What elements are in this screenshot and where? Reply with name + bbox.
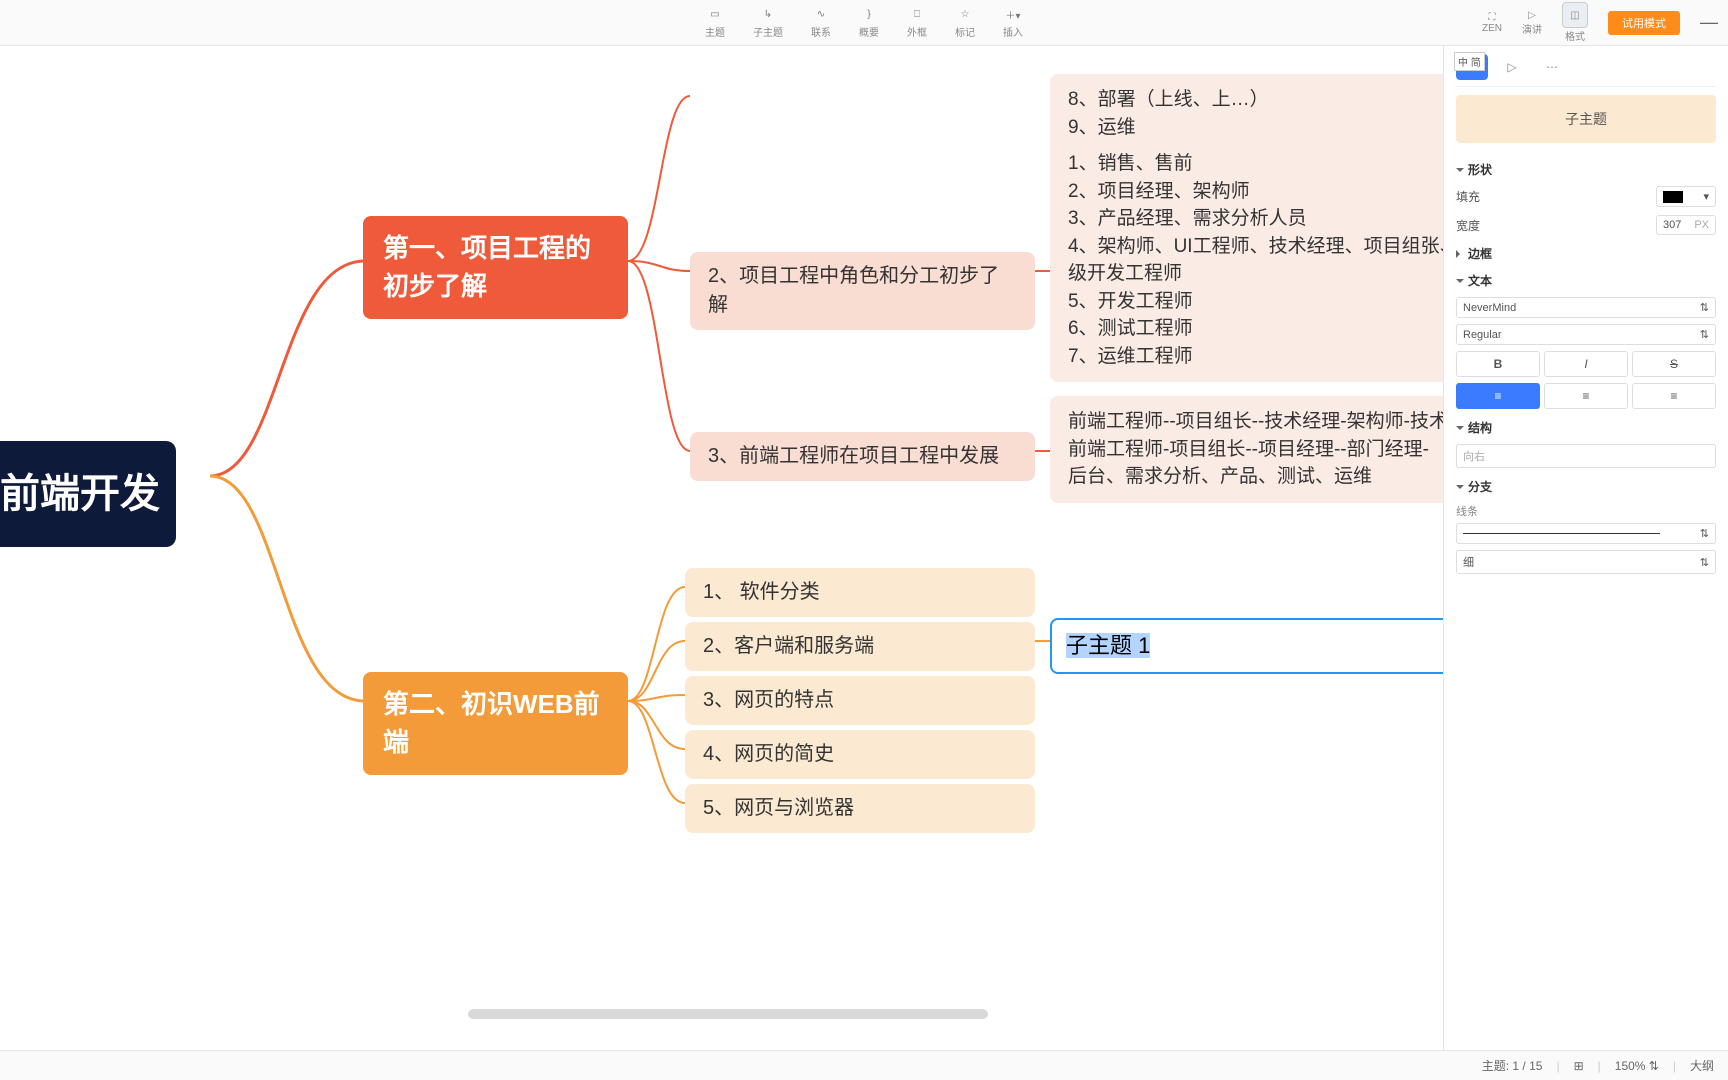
mindmap-canvas[interactable]: 前端开发 第一、项目工程的初步了解 8、部署（上线、上…）9、运维 2、项目工程… [0,46,1443,1050]
branch1-node[interactable]: 第一、项目工程的初步了解 [363,216,628,319]
status-topics: 主题: 1 / 15 [1482,1057,1543,1074]
branch2-sub-1[interactable]: 2、客户端和服务端 [685,622,1035,671]
branch2-sub-3[interactable]: 4、网页的简史 [685,730,1035,779]
italic-button[interactable]: I [1544,351,1628,377]
tab-more[interactable]: ⋯ [1536,54,1568,80]
horizontal-scrollbar[interactable] [468,1009,988,1019]
struct-select[interactable]: 向右 [1456,444,1716,468]
tool-insert[interactable]: ＋▾插入 [1003,6,1023,39]
align-center-button[interactable]: ≡ [1544,383,1628,409]
text-style-row: B I S [1456,351,1716,377]
branch2-sub-0[interactable]: 1、 软件分类 [685,568,1035,617]
width-input[interactable]: 307PX [1656,215,1716,235]
tool-relation[interactable]: ∿联系 [811,6,831,39]
tool-boundary[interactable]: ⎕外框 [907,6,927,39]
section-branch[interactable]: 分支 [1456,478,1716,495]
weight-select[interactable]: Regular⇅ [1456,324,1716,345]
strike-button[interactable]: S [1632,351,1716,377]
bold-button[interactable]: B [1456,351,1540,377]
root-node[interactable]: 前端开发 [0,441,176,547]
toolbar-right-group: ⛶ZEN ▷演讲 ◫格式 试用模式 — [1482,2,1718,43]
section-struct[interactable]: 结构 [1456,419,1716,436]
branch1-leaf-0[interactable]: 1、销售、售前2、项目经理、架构师3、产品经理、需求分析人员4、架构师、UI工程… [1050,138,1443,382]
tool-summary[interactable]: }概要 [859,6,879,39]
branch1-sub-1[interactable]: 3、前端工程师在项目工程中发展 [690,432,1035,481]
align-right-button[interactable]: ≡ [1632,383,1716,409]
branch2-sub-2[interactable]: 3、网页的特点 [685,676,1035,725]
align-left-button[interactable]: ≡ [1456,383,1540,409]
line-width-select[interactable]: 细⇅ [1456,550,1716,574]
branch2-node[interactable]: 第二、初识WEB前端 [363,672,628,775]
tool-format-panel[interactable]: ◫格式 [1562,2,1588,43]
format-panel: 中 简 ✎ ▷ ⋯ 子主题 形状 填充 ▾ 宽度 307PX 边框 文本 Nev… [1443,46,1728,1050]
zoom-level[interactable]: 150% ⇅ [1615,1059,1659,1073]
tool-zen[interactable]: ⛶ZEN [1482,12,1502,34]
status-bar: 主题: 1 / 15 | ⊞ | 150% ⇅ | 大纲 [0,1050,1728,1080]
trial-button[interactable]: 试用模式 [1608,11,1680,35]
prop-fill: 填充 ▾ [1456,186,1716,207]
toolbar-center-group: ▭主题 ↳子主题 ∿联系 }概要 ⎕外框 ☆标记 ＋▾插入 [705,6,1023,39]
section-shape[interactable]: 形状 [1456,161,1716,178]
line-label: 线条 [1456,503,1716,519]
section-border[interactable]: 边框 [1456,245,1716,262]
tool-present[interactable]: ▷演讲 [1522,10,1542,36]
tool-marker[interactable]: ☆标记 [955,6,975,39]
branch1-leaf-1[interactable]: 前端工程师--项目组长--技术经理-架构师-技术总监前端工程师-项目组长--项目… [1050,396,1443,503]
top-toolbar: ▭主题 ↳子主题 ∿联系 }概要 ⎕外框 ☆标记 ＋▾插入 ⛶ZEN ▷演讲 ◫… [0,0,1728,46]
align-row: ≡ ≡ ≡ [1456,383,1716,409]
outline-button[interactable]: 大纲 [1690,1057,1714,1074]
branch2-sub-4[interactable]: 5、网页与浏览器 [685,784,1035,833]
branch1-sub-0[interactable]: 2、项目工程中角色和分工初步了解 [690,252,1035,330]
side-tab-bar: 中 简 ✎ ▷ ⋯ [1456,54,1716,87]
ime-indicator: 中 简 [1454,52,1485,71]
editing-node[interactable]: 子主题 1 [1050,618,1443,674]
fill-select[interactable]: ▾ [1656,186,1716,207]
style-preview: 子主题 [1456,95,1716,143]
font-select[interactable]: NeverMind⇅ [1456,297,1716,318]
minimize-icon[interactable]: — [1700,12,1718,33]
tool-subtopic[interactable]: ↳子主题 [753,6,783,39]
prop-width: 宽度 307PX [1456,215,1716,235]
tool-topic[interactable]: ▭主题 [705,6,725,39]
section-text[interactable]: 文本 [1456,272,1716,289]
map-overview-icon[interactable]: ⊞ [1574,1059,1584,1073]
tab-play[interactable]: ▷ [1496,54,1528,80]
line-style-select[interactable]: ⇅ [1456,523,1716,544]
